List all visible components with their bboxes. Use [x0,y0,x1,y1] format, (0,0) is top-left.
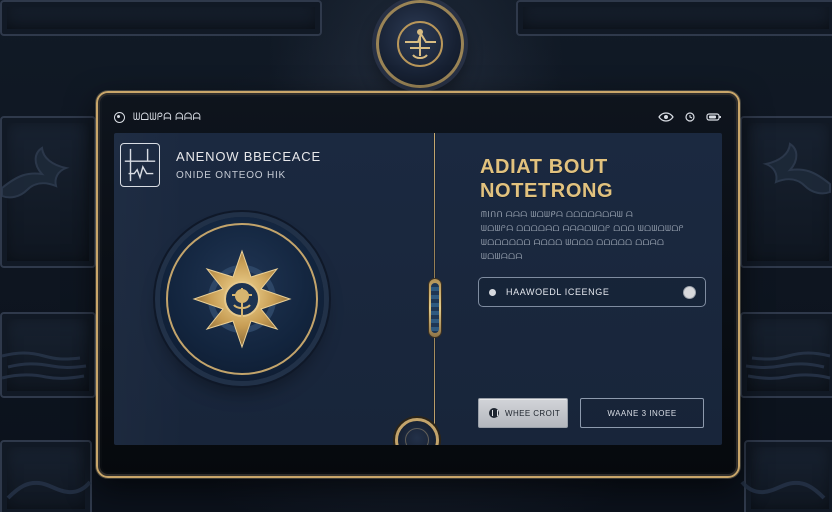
status-text: ᗯᗝᗯᑭᗩ ᗩᗩᗩ [133,111,202,123]
compass-sun-icon [192,249,292,349]
brand-text: ANENOW BBECEACE ONIDE ONTEOO HIK [176,143,321,182]
battery-icon [706,113,721,121]
setting-toggle[interactable]: HAAWOEDL ICEENGE [478,277,706,307]
toggle-label: HAAWOEDL ICEENGE [506,287,610,297]
hinge-control[interactable] [429,279,441,337]
body-line-2: ᗯᗝᗯᑭᗩ ᗝᗝᗝᗝᗩᗝ ᗩᗩᗩᗝᗯᗝᑭ ᗝᗝᗝ ᗯᗝᗯᗝᗯᗝᑭ [481,224,685,233]
app-scene: ᗯᗝᗯᑭᗩ ᗩᗩᗩ ANENOW BBECEACE ONIDE ONTEOO H… [0,0,832,512]
body-line-3: ᗯᗝᗝᗝᗝᗝᗝ ᗩᗝᗝᗝ ᗯᗝᗝᗝ ᗝᗝᗝᗝᗝ ᗝᗝᗩᗝ [481,238,665,247]
panel-title: ANENOW BBECEACE [176,149,321,164]
ornament-icon [6,480,92,500]
pause-icon [489,408,499,418]
top-medallion [376,0,464,88]
background-panel [516,0,832,36]
ornament-icon [0,146,70,199]
secondary-button-label: WAANE 3 INOEE [607,408,677,418]
device-window: ᗯᗝᗯᑭᗩ ᗩᗩᗩ ANENOW BBECEACE ONIDE ONTEOO H… [96,91,740,478]
background-panel [0,0,322,36]
bottom-ring-button[interactable] [395,418,439,445]
camera-icon [114,111,125,123]
headline: ADIAT BOUT NOTETRONG [480,155,613,203]
primary-button-label: WHEE CROIT [505,408,561,418]
status-right [658,112,722,122]
ornament-icon [1,351,87,380]
right-pane: ADIAT BOUT NOTETRONG ᗰIᑎᑎ ᗩᗩᗩ ᗯᗝᗯᑭᗩ ᗝᗝᗝᗝ… [450,133,722,445]
toggle-knob[interactable] [684,286,695,298]
waveform-grid-icon [120,143,160,187]
body-line-1: ᗰIᑎᑎ ᗩᗩᗩ ᗯᗝᗯᑭᗩ ᗝᗝᗝᗝᗩᗝᗩᗯ ᗩ [481,210,634,219]
panel-subtitle: ONIDE ONTEOO HIK [176,170,287,181]
ornament-icon [740,480,826,500]
status-left: ᗯᗝᗯᑭᗩ ᗩᗩᗩ [114,111,202,123]
status-bar: ᗯᗝᗯᑭᗩ ᗩᗩᗩ [114,105,722,129]
ornament-icon [745,351,831,380]
headline-line-2: NOTETRONG [480,180,614,202]
ornament-icon [762,142,831,195]
eye-icon [658,112,674,122]
anchor-ship-icon [397,21,443,67]
brand-header: ANENOW BBECEACE ONIDE ONTEOO HIK [120,143,321,187]
clock-icon [685,112,695,122]
main-screen: ANENOW BBECEACE ONIDE ONTEOO HIK ADIAT B… [114,133,722,445]
body-copy: ᗰIᑎᑎ ᗩᗩᗩ ᗯᗝᗯᑭᗩ ᗝᗝᗝᗝᗩᗝᗩᗯ ᗩ ᗯᗝᗯᑭᗩ ᗝᗝᗝᗝᗩᗝ ᗩ… [481,209,701,262]
secondary-action-button[interactable]: WAANE 3 INOEE [580,398,704,428]
headline-line-1: ADIAT BOUT [480,156,608,178]
primary-action-button[interactable]: WHEE CROIT [478,398,568,428]
body-line-4: ᗯᗝᗯᗩᗝᗩ [481,252,523,261]
emblem [160,217,324,381]
bullet-icon [489,288,496,296]
